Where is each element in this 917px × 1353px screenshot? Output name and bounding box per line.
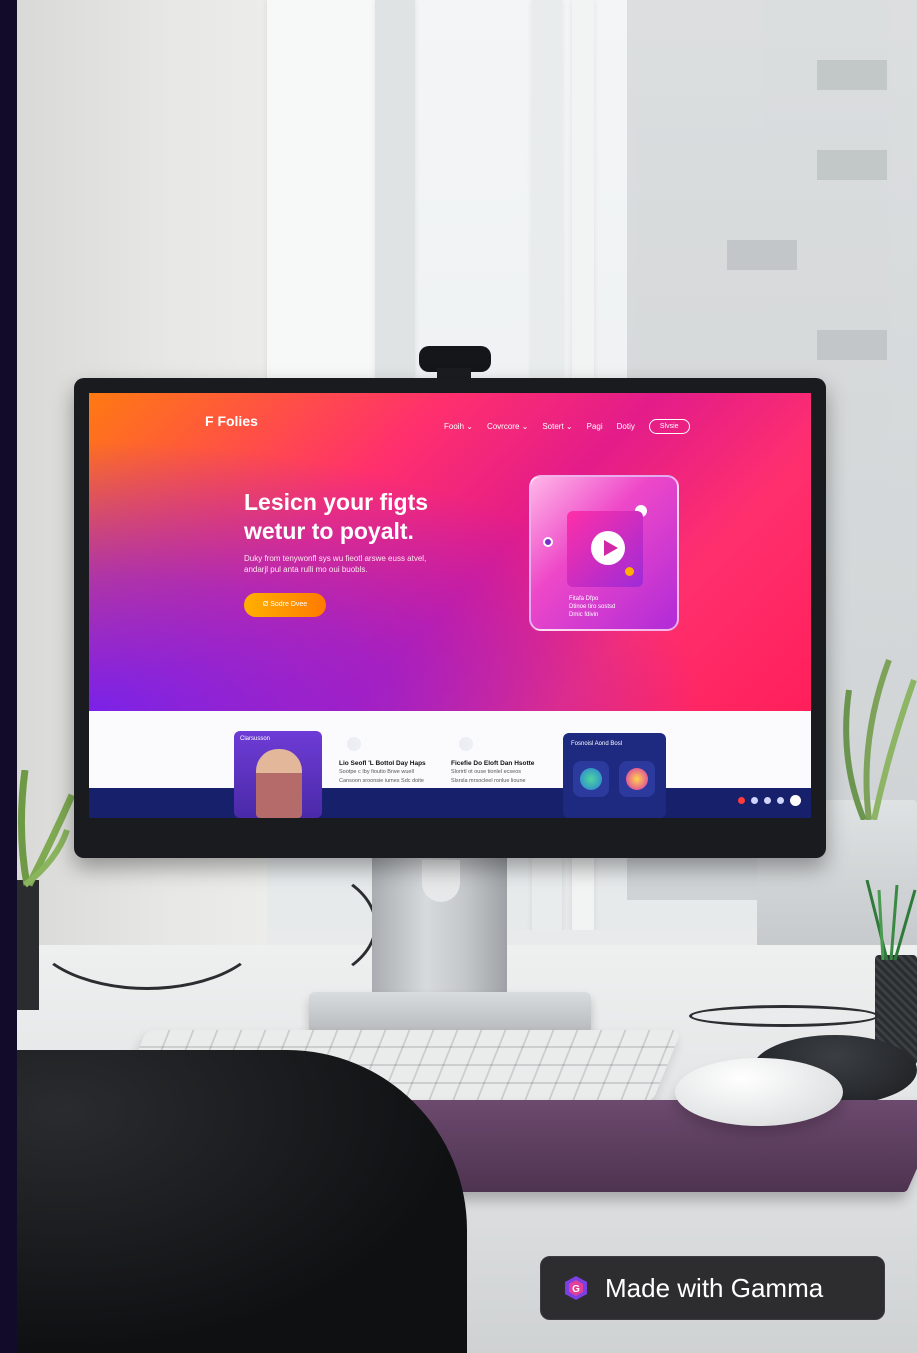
dot-icon (625, 567, 634, 576)
mouse (675, 1058, 843, 1126)
nav-item[interactable]: Dotiy (617, 422, 635, 431)
site-logo[interactable]: F Folies (205, 413, 258, 429)
feature-item[interactable]: Ficefie Do Eloft Dan Hsotte Slorirtl ot … (451, 737, 561, 785)
status-dot-icon (777, 797, 784, 804)
dot-icon (543, 537, 553, 547)
svg-text:G: G (572, 1284, 580, 1295)
status-dot-icon (738, 797, 745, 804)
globe-icon (573, 761, 609, 797)
pencils (865, 880, 917, 960)
desk-scene: F Folies Fooih ⌄ Covrcore ⌄ Sotert ⌄ Pag… (17, 0, 917, 1353)
hero-headline: Lesicn your figts wetur to poyalt. (244, 489, 429, 544)
status-dot-icon (751, 797, 758, 804)
monitor-screen: F Folies Fooih ⌄ Covrcore ⌄ Sotert ⌄ Pag… (89, 393, 811, 818)
nav-item[interactable]: Fooih ⌄ (444, 422, 473, 431)
hero-card-text: Fitafa Dfpo Dtinoe tiro sostsd Dmic fdiv… (569, 596, 616, 618)
cable (167, 860, 377, 990)
photo-card-label: Clarsusson (240, 736, 271, 742)
nav-item[interactable]: Pagi (587, 422, 603, 431)
plant-right (843, 658, 917, 820)
cta-button[interactable]: Ø Sodre Dvee (244, 593, 326, 617)
gamma-logo-icon: G (565, 1276, 587, 1300)
status-icons (738, 795, 801, 806)
hero-section (89, 393, 811, 711)
features-strip (89, 711, 811, 788)
person-photo (256, 749, 302, 818)
made-with-gamma-badge[interactable]: G Made with Gamma (540, 1256, 885, 1320)
mouse-cable (689, 1005, 879, 1027)
photo-card[interactable]: Clarsusson (234, 731, 322, 818)
window-frame (267, 0, 377, 380)
video-thumbnail (567, 511, 643, 587)
hero-subtext: Duky from tenywonfl sys wu fieotl arswe … (244, 554, 427, 574)
nav-item[interactable]: Sotert ⌄ (542, 422, 572, 431)
monitor-stand-base (309, 992, 591, 1034)
feature-icon (347, 737, 361, 751)
dark-card[interactable]: Fosnoisl Aond Bosl (563, 733, 666, 818)
nav-button[interactable]: Slvsie (648, 419, 690, 434)
feature-icon (459, 737, 473, 751)
nav-item[interactable]: Covrcore ⌄ (487, 422, 528, 431)
feature-item[interactable]: Lio Seofl 'L Bottol Day Haps Sootpe c Ib… (339, 737, 449, 785)
site-nav: Fooih ⌄ Covrcore ⌄ Sotert ⌄ Pagi Dotiy S… (444, 419, 690, 434)
chair (17, 1050, 467, 1353)
hero-video-card[interactable]: Fitafa Dfpo Dtinoe tiro sostsd Dmic fdiv… (529, 475, 679, 631)
status-dot-icon (790, 795, 801, 806)
play-icon[interactable] (591, 531, 625, 565)
footer-bar (89, 788, 811, 818)
monitor-stand-hole (422, 860, 460, 902)
orb-icon (619, 761, 655, 797)
status-dot-icon (764, 797, 771, 804)
window-mullion (375, 0, 415, 380)
left-edge-strip (0, 0, 17, 1353)
badge-text: Made with Gamma (605, 1272, 824, 1303)
